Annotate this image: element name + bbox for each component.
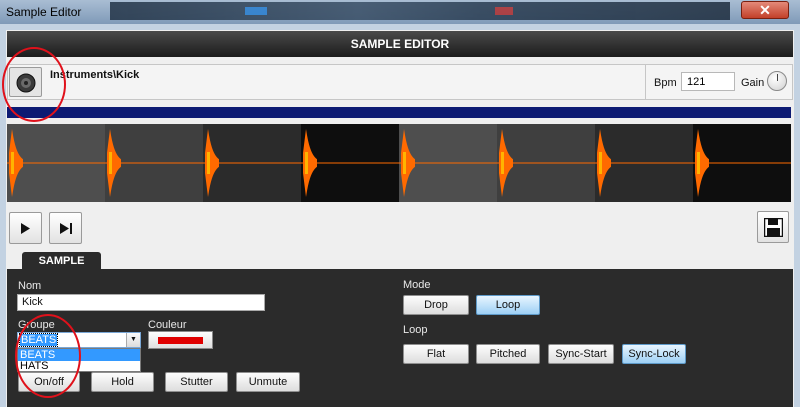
waveform-display[interactable] [7,124,791,202]
save-button[interactable] [757,211,789,243]
loop-flat-button[interactable]: Flat [403,344,469,364]
play-button[interactable] [9,212,42,244]
name-label: Nom [18,280,42,292]
divider [645,65,646,99]
waveform-beat-core [11,152,14,174]
bpm-label: Bpm [654,77,677,89]
play-icon [21,223,30,234]
waveform-beat-core [109,152,112,174]
hold-button[interactable]: Hold [91,372,154,392]
waveform-beat-core [305,152,308,174]
loop-sync-start-button[interactable]: Sync-Start [548,344,614,364]
close-button[interactable]: ✕ [741,1,789,19]
playback-position-bar[interactable] [7,107,791,118]
window-title: Sample Editor [6,5,82,19]
save-icon [764,218,783,237]
tab-sample[interactable]: SAMPLE [22,252,101,270]
chevron-down-icon[interactable]: ▼ [126,333,140,347]
loop-sync-lock-button[interactable]: Sync-Lock [622,344,686,364]
mode-drop-button[interactable]: Drop [403,295,469,315]
waveform-beat-core [403,152,406,174]
name-field[interactable]: Kick [17,294,265,311]
loop-pitched-button[interactable]: Pitched [476,344,540,364]
gain-knob-icon[interactable] [767,71,787,91]
page-title: SAMPLE EDITOR [7,31,793,57]
color-picker-button[interactable] [148,331,213,349]
skip-next-button[interactable] [49,212,82,244]
mode-loop-button[interactable]: Loop [476,295,540,315]
background-app-strip [110,2,730,20]
waveform-beat-core [697,152,700,174]
annotation-circle [2,47,66,122]
mode-label: Mode [403,279,431,291]
waveform-beat-core [501,152,504,174]
bpm-input[interactable] [681,72,735,91]
gain-label: Gain [741,77,765,89]
waveform-beat-core [207,152,210,174]
annotation-circle [15,314,81,398]
unmute-button[interactable]: Unmute [236,372,300,392]
skip-next-icon [60,223,72,234]
stutter-button[interactable]: Stutter [165,372,228,392]
waveform-beat-core [599,152,602,174]
color-label: Couleur [148,319,187,331]
loop-label: Loop [403,324,428,336]
